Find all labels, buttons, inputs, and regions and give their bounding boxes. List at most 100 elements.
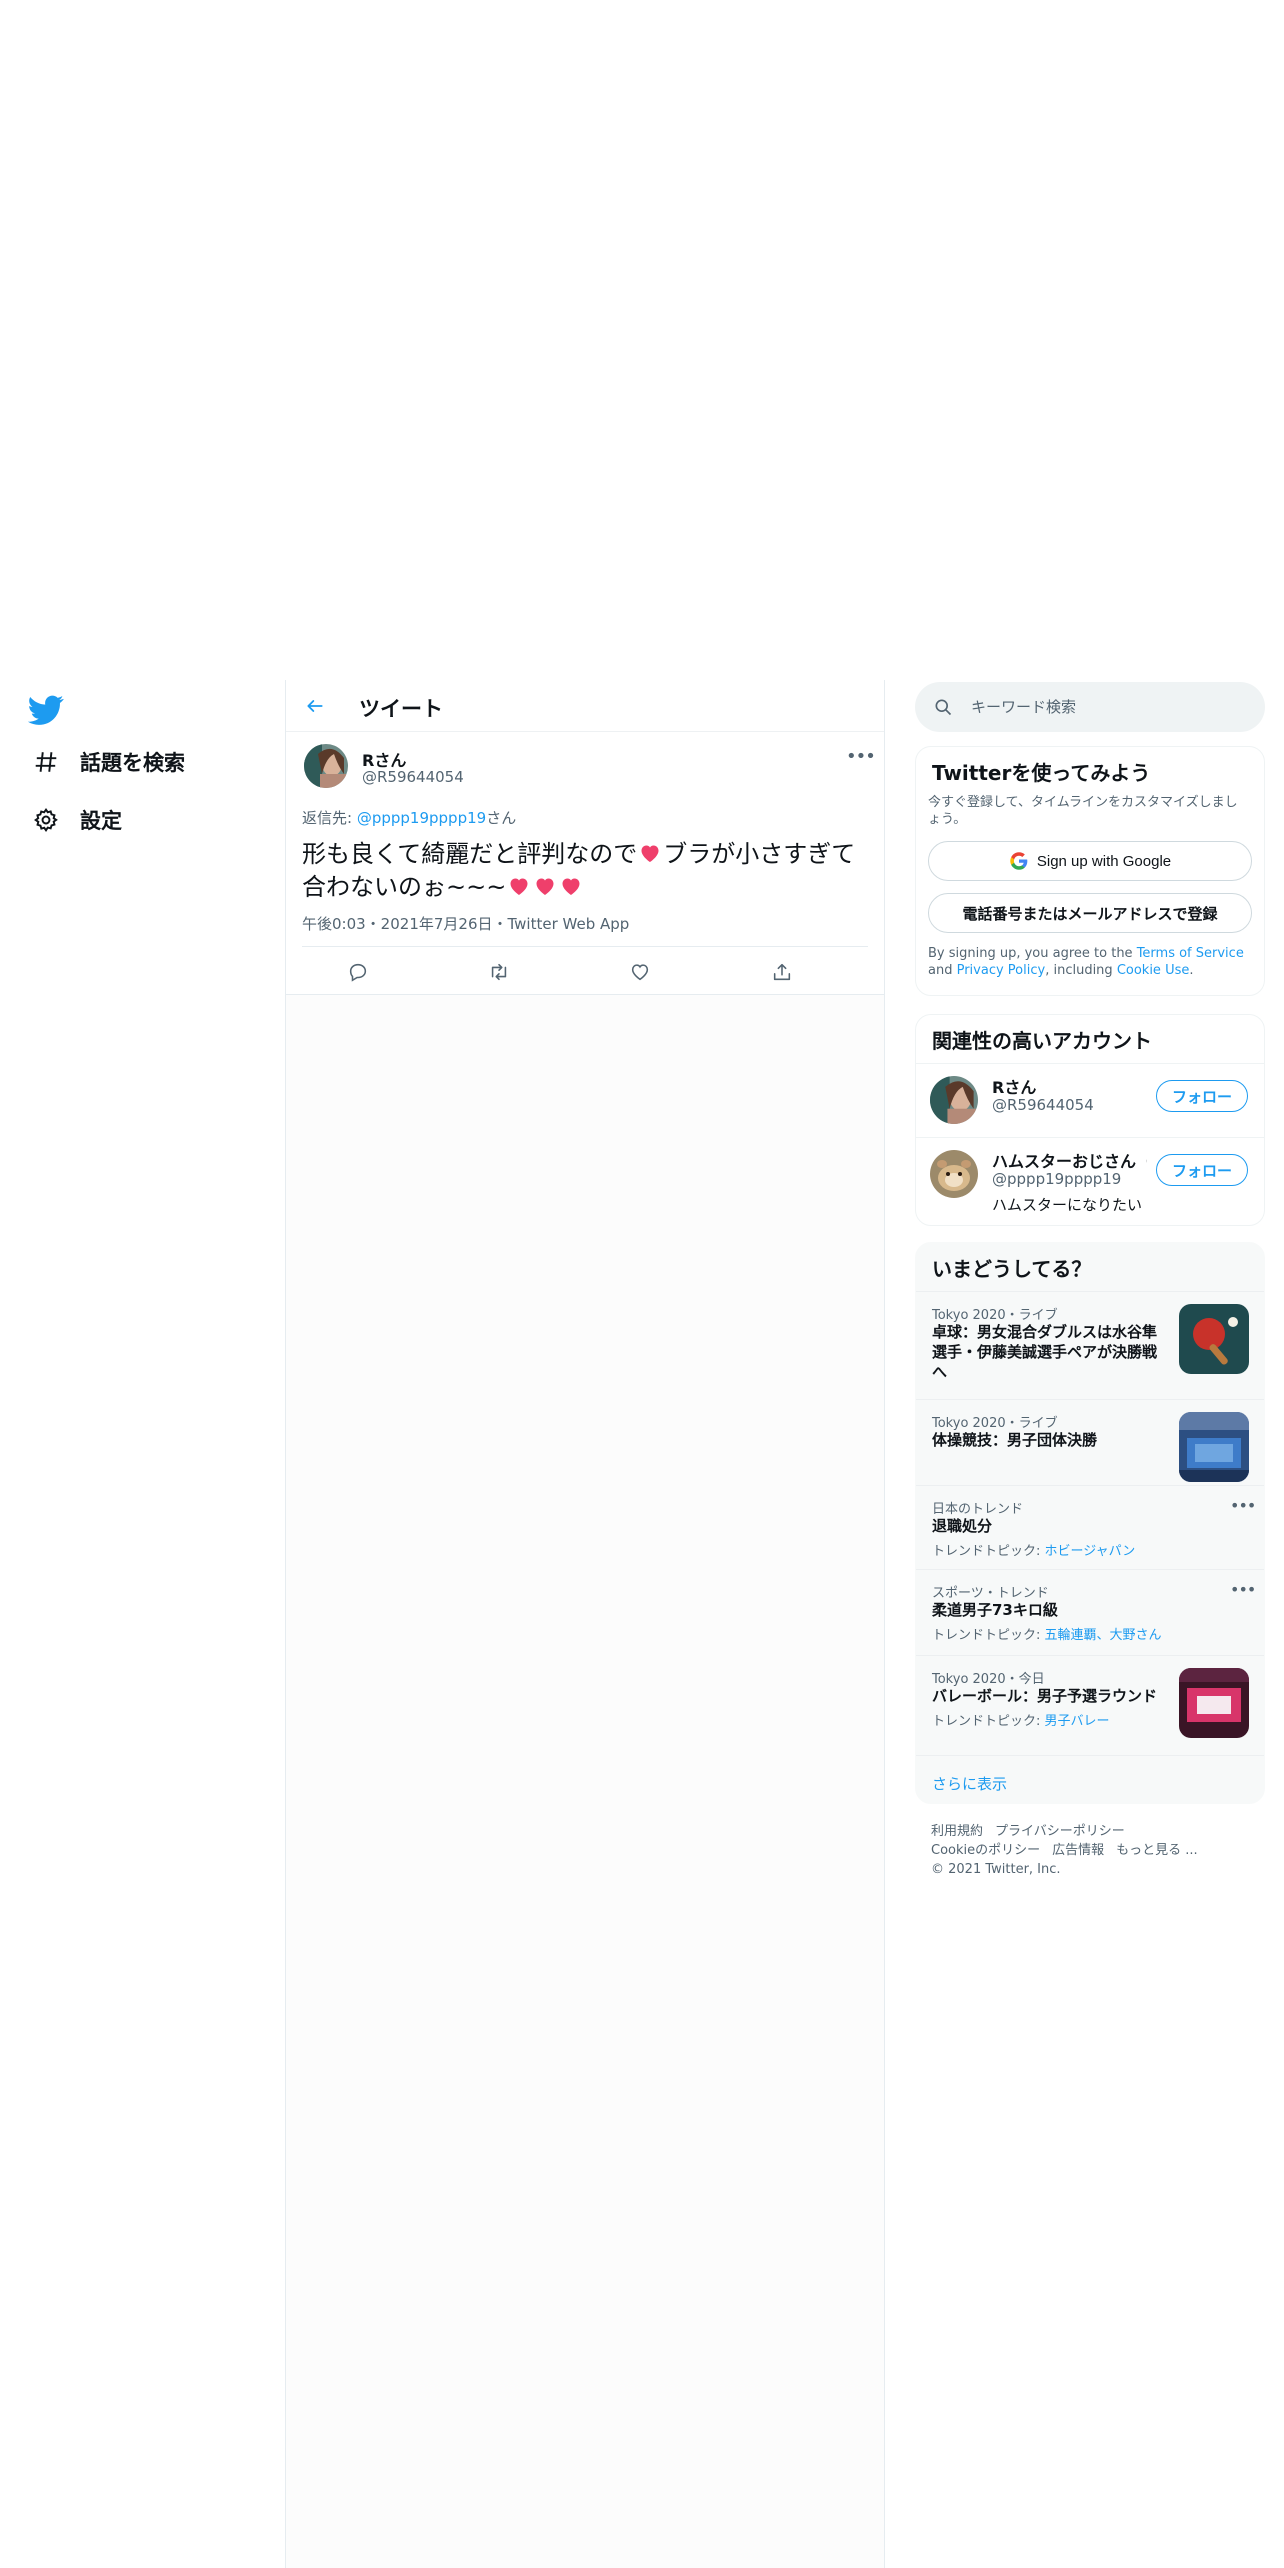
nav-explore-label: 話題を検索 (80, 751, 185, 775)
trend-category: Tokyo 2020・ライブ (932, 1308, 1058, 1323)
related-title: 関連性の高いアカウント (932, 1029, 1152, 1053)
trend-thumbnail (1179, 1412, 1249, 1482)
trend-category: Tokyo 2020・今日 (932, 1672, 1045, 1687)
heart-icon (631, 964, 649, 981)
legal-text: and (928, 963, 957, 978)
nav-settings[interactable]: 設定 (30, 800, 122, 840)
trend-category: スポーツ・トレンド (932, 1586, 1049, 1601)
tweet-text-part1: 形も良くて綺麗だと評判なので (302, 840, 638, 868)
trends-title: いまどうしてる？ (932, 1257, 1092, 1281)
trend-title: 体操競技：男子団体決勝 (932, 1431, 1098, 1449)
related-account-handle: @pppp19pppp19 (992, 1170, 1122, 1188)
legal-text: By signing up, you agree to the (928, 946, 1137, 961)
trend-topic: トレンドトピック: 五輪連覇、大野さん (932, 1624, 1162, 1643)
tweet-text: 形も良くて綺麗だと評判なので ブラが小さすぎて合わないのぉ~~~ (302, 838, 862, 904)
related-account-bio: ハムスターになりたい (992, 1196, 1143, 1214)
trend-topic-link[interactable]: 男子バレー (1045, 1714, 1110, 1729)
footer-copyright: © 2021 Twitter, Inc. (931, 1862, 1061, 1877)
twitter-bird-icon[interactable] (27, 692, 64, 728)
signup-subtitle: 今すぐ登録して、タイムラインをカスタマイズしましょう。 (928, 795, 1238, 827)
hashtag-icon (30, 746, 62, 778)
related-account-handle: @R59644054 (992, 1096, 1094, 1114)
trend-topic: トレンドトピック: 男子バレー (932, 1710, 1110, 1729)
show-more-link[interactable]: さらに表示 (932, 1773, 1007, 1794)
related-account-name: Rさん (992, 1078, 1037, 1097)
legal-text: , including (1045, 963, 1117, 978)
related-account-row[interactable]: Rさん @R59644054 フォロー (916, 1063, 1264, 1137)
heart-emoji-icon (641, 845, 659, 862)
trend-topic-label: トレンドトピック: (932, 1544, 1045, 1559)
more-options-icon[interactable]: ••• (1230, 1580, 1256, 1599)
reply-mention-link[interactable]: @pppp19pppp19 (357, 809, 486, 827)
trend-item[interactable]: Tokyo 2020・今日 バレーボール：男子予選ラウンド トレンドトピック: … (916, 1655, 1264, 1755)
reply-button[interactable] (343, 957, 373, 987)
like-button[interactable] (625, 957, 655, 987)
footer-cookie-link[interactable]: Cookieのポリシー (931, 1843, 1040, 1858)
trend-item[interactable]: スポーツ・トレンド ••• 柔道男子73キロ級 トレンドトピック: 五輪連覇、大… (916, 1569, 1264, 1655)
trend-thumbnail (1179, 1304, 1249, 1374)
trend-topic: トレンドトピック: ホビージャパン (932, 1540, 1135, 1559)
tweet-timestamp[interactable]: 午後0:03・2021年7月26日・Twitter Web App (302, 913, 629, 934)
trend-topic-link[interactable]: ホビージャパン (1045, 1544, 1136, 1559)
footer-privacy-link[interactable]: プライバシーポリシー (995, 1824, 1125, 1839)
author-avatar[interactable] (304, 744, 348, 788)
retweet-button[interactable] (484, 957, 514, 987)
avatar[interactable] (930, 1150, 978, 1198)
trends-card: いまどうしてる？ Tokyo 2020・ライブ 卓球：男女混合ダブルスは水谷隼選… (915, 1242, 1265, 1804)
share-button[interactable] (767, 957, 797, 987)
privacy-link[interactable]: Privacy Policy (957, 963, 1046, 978)
more-options-icon[interactable]: ••• (846, 746, 876, 767)
search-box[interactable] (915, 682, 1265, 732)
reply-to-line: 返信先: @pppp19pppp19さん (302, 807, 516, 828)
more-options-icon[interactable]: ••• (1230, 1496, 1256, 1515)
related-account-row[interactable]: ハムスターおじさん（ @pppp19pppp19 ハムスターになりたい フォロー (916, 1137, 1264, 1225)
google-signup-button[interactable]: Sign up with Google (928, 841, 1252, 881)
footer-ads-link[interactable]: 広告情報 (1052, 1843, 1104, 1858)
tweet-actions (286, 947, 884, 995)
trend-title: 退職処分 (932, 1517, 993, 1535)
reply-icon (349, 963, 367, 982)
reply-suffix: さん (486, 809, 517, 827)
footer-row: 利用規約 プライバシーポリシー (931, 1822, 1251, 1841)
page-title: ツイート (359, 697, 443, 721)
avatar[interactable] (930, 1076, 978, 1124)
cookie-link[interactable]: Cookie Use (1117, 963, 1190, 978)
trend-topic-label: トレンドトピック: (932, 1628, 1045, 1643)
trend-thumbnail (1179, 1668, 1249, 1738)
heart-emoji-icon (510, 878, 528, 895)
google-logo-icon (1010, 852, 1028, 870)
search-input[interactable] (971, 695, 1251, 719)
arrow-left-icon (307, 700, 323, 712)
follow-button[interactable]: フォロー (1156, 1154, 1248, 1186)
footer: 利用規約 プライバシーポリシー Cookieのポリシー 広告情報 もっと見る ... … (931, 1822, 1251, 1879)
share-icon (773, 963, 791, 981)
gear-icon (30, 804, 62, 836)
related-account-name: ハムスターおじさん（ (992, 1152, 1147, 1171)
back-button[interactable] (301, 692, 329, 720)
search-icon (935, 699, 952, 716)
heart-emoji-icon (562, 878, 580, 895)
footer-more-link[interactable]: もっと見る ... (1116, 1843, 1198, 1858)
nav-settings-label: 設定 (80, 809, 122, 833)
signup-title: Twitterを使ってみよう (932, 761, 1151, 785)
tweet-column: ツイート Rさん @R59644054 ••• 返信先: @pppp19pppp… (285, 680, 885, 2568)
reply-prefix: 返信先: (302, 809, 357, 827)
terms-link[interactable]: Terms of Service (1137, 946, 1244, 961)
author-handle[interactable]: @R59644054 (362, 768, 464, 786)
trend-item[interactable]: Tokyo 2020・ライブ 卓球：男女混合ダブルスは水谷隼選手・伊藤美誠選手ペ… (916, 1291, 1264, 1399)
nav-explore[interactable]: 話題を検索 (30, 742, 185, 782)
timeline-empty-area (286, 995, 884, 2568)
signup-legal-text: By signing up, you agree to the Terms of… (928, 945, 1258, 979)
trend-item[interactable]: Tokyo 2020・ライブ 体操競技：男子団体決勝 (916, 1399, 1264, 1485)
related-accounts-card: 関連性の高いアカウント Rさん @R59644054 フォロー ハムスターおじさ… (915, 1014, 1265, 1226)
legal-text: . (1189, 963, 1194, 978)
footer-terms-link[interactable]: 利用規約 (931, 1824, 983, 1839)
follow-button[interactable]: フォロー (1156, 1080, 1248, 1112)
trend-title: バレーボール：男子予選ラウンド (932, 1687, 1158, 1705)
trend-item[interactable]: 日本のトレンド ••• 退職処分 トレンドトピック: ホビージャパン (916, 1485, 1264, 1569)
trend-topic-label: トレンドトピック: (932, 1714, 1045, 1729)
phone-email-signup-button[interactable]: 電話番号またはメールアドレスで登録 (928, 893, 1252, 933)
trend-topic-link[interactable]: 五輪連覇、大野さん (1045, 1628, 1162, 1643)
google-signup-label: Sign up with Google (1036, 852, 1172, 870)
trend-title: 卓球：男女混合ダブルスは水谷隼選手・伊藤美誠選手ペアが決勝戦へ (932, 1323, 1158, 1381)
